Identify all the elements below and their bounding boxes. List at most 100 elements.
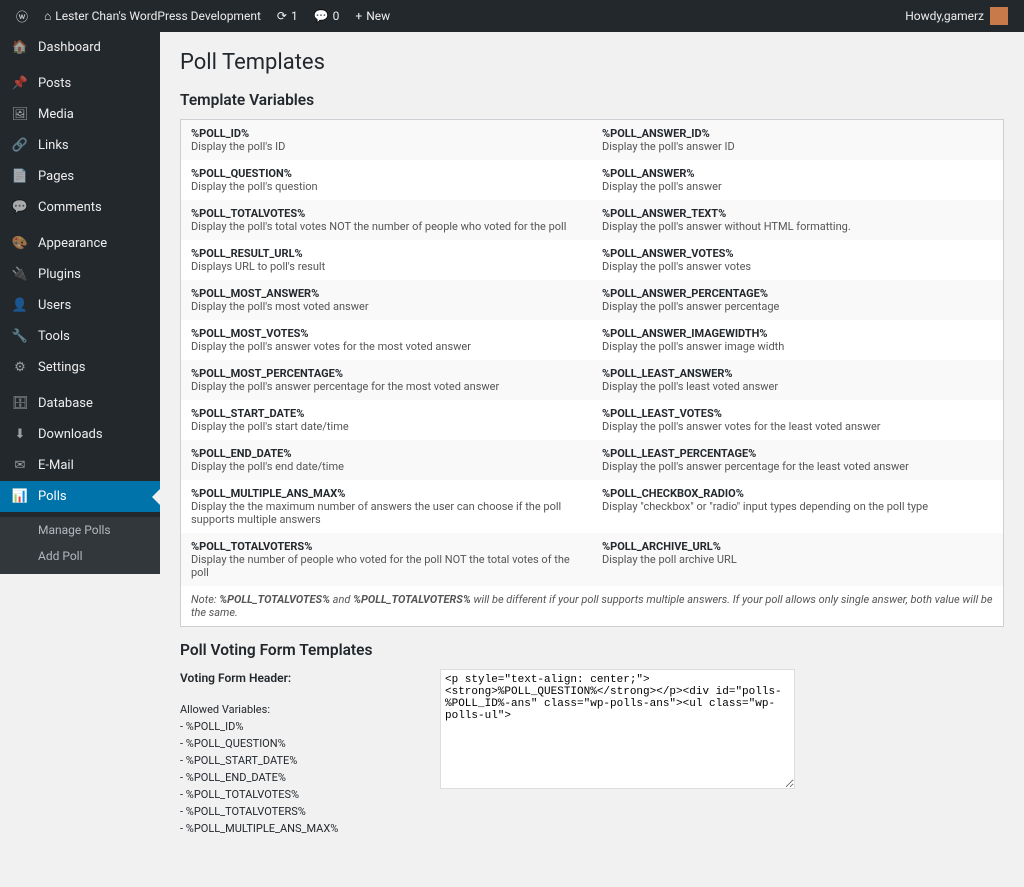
admin-sidebar: 🏠 Dashboard 📌 Posts 🖼Media 🔗 Links 📄 Pages 💬 Comme… bbox=[0, 32, 160, 574]
variable-description: Display the poll's end date/time bbox=[191, 460, 582, 473]
allowed-variable-item: - %POLL_MULTIPLE_ANS_MAX% bbox=[180, 820, 440, 837]
site-name-label: Lester Chan's WordPress Development bbox=[55, 9, 261, 23]
variable-description: Display the poll's least voted answer bbox=[602, 380, 993, 393]
table-row: %POLL_MOST_ANSWER%Display the poll's mos… bbox=[181, 280, 1004, 320]
updates-link[interactable]: ⟳1 bbox=[269, 0, 306, 32]
table-row: %POLL_ID%Display the poll's ID %POLL_ANSW… bbox=[181, 120, 1004, 161]
variable-description: Display "checkbox" or "radio" input type… bbox=[602, 500, 993, 513]
menu-item-pages[interactable]: 📄 Pages bbox=[0, 161, 160, 192]
variable-description: Display the poll's answer votes for the … bbox=[602, 420, 993, 433]
table-row: %POLL_QUESTION%Display the poll's questi… bbox=[181, 160, 1004, 200]
voting-header-textarea[interactable] bbox=[440, 669, 795, 789]
variable-name: %POLL_START_DATE% bbox=[191, 407, 582, 420]
variable-description: Display the poll's answer percentage bbox=[602, 300, 993, 313]
menu-label: Polls bbox=[38, 489, 67, 504]
menu-icon: ⬇ bbox=[10, 427, 30, 442]
variable-name: %POLL_MOST_VOTES% bbox=[191, 327, 582, 340]
variable-description: Display the the maximum number of answer… bbox=[191, 500, 582, 526]
menu-item-polls[interactable]: 📊Polls bbox=[0, 481, 160, 512]
allowed-variable-item: - %POLL_TOTALVOTERS% bbox=[180, 803, 440, 820]
table-row: %POLL_TOTALVOTERS%Display the number of … bbox=[181, 533, 1004, 586]
variable-description: Display the poll archive URL bbox=[602, 553, 993, 566]
table-row: %POLL_MULTIPLE_ANS_MAX%Display the the m… bbox=[181, 480, 1004, 533]
variable-description: Display the poll's most voted answer bbox=[191, 300, 582, 313]
allowed-variable-item: - %POLL_QUESTION% bbox=[180, 735, 440, 752]
variables-note: Note: %POLL_TOTALVOTES% and %POLL_TOTALV… bbox=[181, 586, 1004, 627]
variable-name: %POLL_TOTALVOTES% bbox=[191, 207, 582, 220]
menu-item-users[interactable]: 👤Users bbox=[0, 290, 160, 321]
menu-item-settings[interactable]: ⚙Settings bbox=[0, 352, 160, 383]
comments-link[interactable]: 💬0 bbox=[306, 0, 348, 32]
menu-icon: 🔗 bbox=[10, 138, 30, 153]
menu-item-tools[interactable]: 🔧Tools bbox=[0, 321, 160, 352]
menu-label: E-Mail bbox=[38, 458, 74, 473]
menu-label: Comments bbox=[38, 200, 102, 215]
variable-name: %POLL_RESULT_URL% bbox=[191, 247, 582, 260]
submenu-item-manage-polls[interactable]: Manage Polls bbox=[0, 517, 160, 543]
variable-description: Display the poll's answer without HTML f… bbox=[602, 220, 993, 233]
allowed-variables-label: Allowed Variables: bbox=[180, 701, 440, 718]
variable-name: %POLL_QUESTION% bbox=[191, 167, 582, 180]
comments-count: 0 bbox=[333, 9, 340, 23]
variable-name: %POLL_CHECKBOX_RADIO% bbox=[602, 487, 993, 500]
menu-item-comments[interactable]: 💬 Comments bbox=[0, 192, 160, 223]
variable-description: Display the poll's answer bbox=[602, 180, 993, 193]
variable-description: Display the poll's start date/time bbox=[191, 420, 582, 433]
variable-description: Display the poll's answer ID bbox=[602, 140, 993, 153]
menu-label: Links bbox=[38, 138, 69, 153]
menu-icon: ⚙ bbox=[10, 360, 30, 375]
menu-icon: 🔧 bbox=[10, 329, 30, 344]
menu-label: Pages bbox=[38, 169, 74, 184]
variable-name: %POLL_ARCHIVE_URL% bbox=[602, 540, 993, 553]
voting-header-label-cell: Voting Form Header: Allowed Variables:- … bbox=[180, 669, 440, 837]
menu-icon: 💬 bbox=[10, 200, 30, 215]
menu-icon: 📄 bbox=[10, 169, 30, 184]
menu-item-downloads[interactable]: ⬇ Downloads bbox=[0, 419, 160, 450]
site-name-link[interactable]: ⌂Lester Chan's WordPress Development bbox=[36, 0, 269, 32]
submenu-item-add-poll[interactable]: Add Poll bbox=[0, 543, 160, 569]
plus-icon: + bbox=[355, 9, 362, 23]
menu-label: Dashboard bbox=[38, 40, 101, 55]
menu-icon: 🔌 bbox=[10, 267, 30, 282]
menu-item-e-mail[interactable]: ✉ E-Mail bbox=[0, 450, 160, 481]
menu-label: Posts bbox=[38, 76, 71, 91]
menu-item-dashboard[interactable]: 🏠 Dashboard bbox=[0, 32, 160, 63]
menu-item-links[interactable]: 🔗 Links bbox=[0, 130, 160, 161]
page-title: Poll Templates bbox=[180, 50, 1004, 75]
allowed-variable-item: - %POLL_TOTALVOTES% bbox=[180, 786, 440, 803]
polls-submenu: Manage PollsAdd PollPoll OptionsPoll Tem… bbox=[0, 517, 160, 574]
variable-name: %POLL_ANSWER_IMAGEWIDTH% bbox=[602, 327, 993, 340]
menu-icon: 🏠 bbox=[10, 40, 30, 55]
menu-item-database[interactable]: 🗄Database bbox=[0, 388, 160, 419]
variable-name: %POLL_LEAST_VOTES% bbox=[602, 407, 993, 420]
menu-item-media[interactable]: 🖼Media bbox=[0, 99, 160, 130]
variable-name: %POLL_MOST_PERCENTAGE% bbox=[191, 367, 582, 380]
variable-description: Display the poll's ID bbox=[191, 140, 582, 153]
variable-description: Display the poll's total votes NOT the n… bbox=[191, 220, 582, 233]
menu-item-appearance[interactable]: 🎨Appearance bbox=[0, 228, 160, 259]
allowed-variable-item: - %POLL_END_DATE% bbox=[180, 769, 440, 786]
table-row: %POLL_END_DATE%Display the poll's end da… bbox=[181, 440, 1004, 480]
my-account-link[interactable]: Howdy, gamerz bbox=[897, 0, 1016, 32]
variable-name: %POLL_MULTIPLE_ANS_MAX% bbox=[191, 487, 582, 500]
update-icon: ⟳ bbox=[277, 9, 287, 23]
submenu-item-poll-options[interactable]: Poll Options bbox=[0, 569, 160, 574]
allowed-variable-item: - %POLL_ID% bbox=[180, 718, 440, 735]
menu-icon: ✉ bbox=[10, 458, 30, 473]
voting-form-templates-heading: Poll Voting Form Templates bbox=[180, 641, 1004, 659]
variable-name: %POLL_MOST_ANSWER% bbox=[191, 287, 582, 300]
variable-name: %POLL_ID% bbox=[191, 127, 582, 140]
variable-name: %POLL_ANSWER_ID% bbox=[602, 127, 993, 140]
user-name: gamerz bbox=[944, 9, 984, 23]
menu-icon: 🗄 bbox=[10, 396, 30, 411]
menu-item-posts[interactable]: 📌 Posts bbox=[0, 68, 160, 99]
menu-item-plugins[interactable]: 🔌 Plugins bbox=[0, 259, 160, 290]
menu-label: Plugins bbox=[38, 267, 81, 282]
wp-logo[interactable]: ⓦ bbox=[8, 0, 36, 32]
menu-icon: 📌 bbox=[10, 76, 30, 91]
variable-name: %POLL_LEAST_ANSWER% bbox=[602, 367, 993, 380]
menu-label: Downloads bbox=[38, 427, 103, 442]
allowed-variable-item: - %POLL_START_DATE% bbox=[180, 752, 440, 769]
new-content-link[interactable]: +New bbox=[347, 0, 398, 32]
variable-description: Display the poll's answer votes for the … bbox=[191, 340, 582, 353]
